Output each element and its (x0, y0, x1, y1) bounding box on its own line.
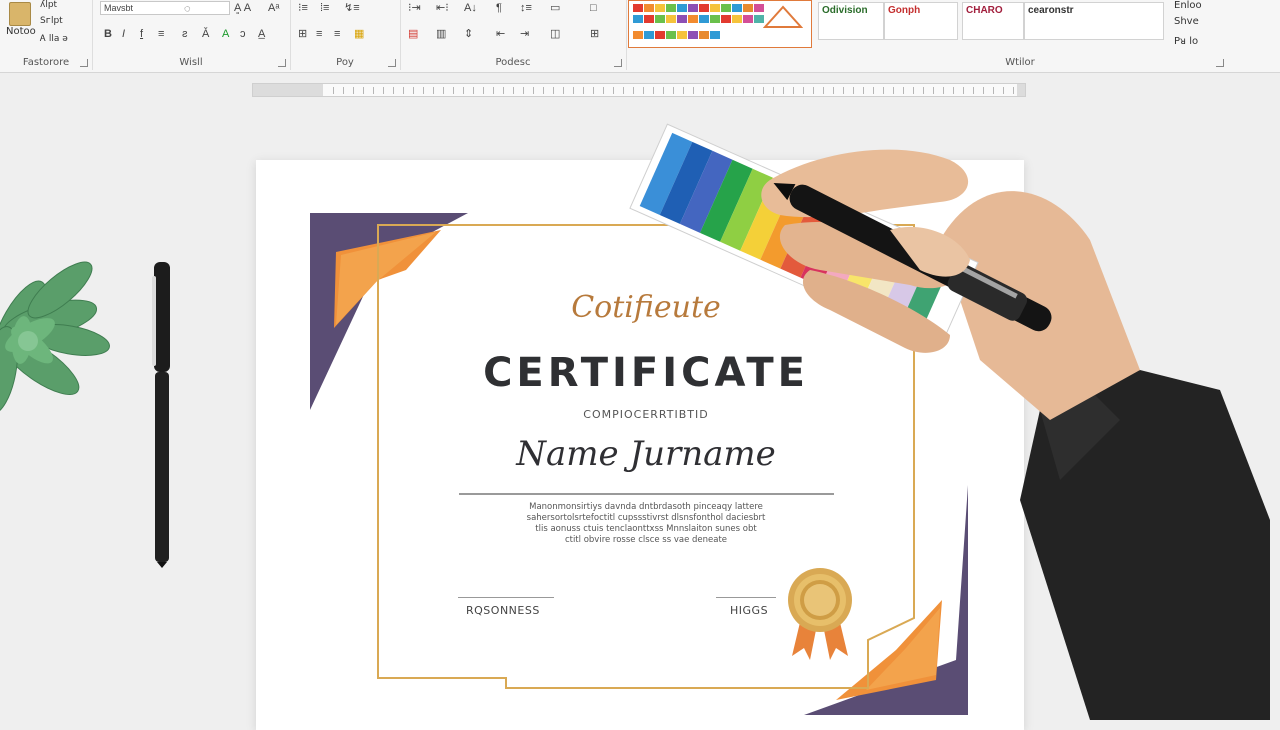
outdent-icon[interactable]: ⇤⁝ (436, 2, 449, 14)
theme-card-charo-label: CHARO (966, 5, 1003, 16)
superscript-icon[interactable]: Ǎ (202, 28, 209, 40)
show-marks-icon[interactable]: ¶ (496, 2, 502, 14)
copy-button[interactable]: Sᴦlpt (40, 16, 63, 26)
font-group: Mavsbt ◌ A͈ A Aᵃ B I f ≡ ƨ Ǎ A ɔ A̲ Wisl… (92, 0, 291, 70)
columns-icon[interactable]: ▥ (436, 28, 446, 40)
paragraph-group-label: Poy (336, 57, 354, 68)
font-group-label: Wisll (179, 57, 203, 68)
paste-button[interactable]: Notoo (6, 2, 36, 46)
format-painter-button[interactable]: Ꭺ lla ə (40, 34, 68, 44)
text-effects-icon[interactable]: A (222, 28, 229, 40)
paste-label: Notoo (6, 26, 36, 37)
theme-card-cearonstr[interactable]: cearonstr (1024, 2, 1164, 40)
paragraph-group: ⁝≡ ⁞≡ ↯≡ ⊞ ≡ ≡ ▦ Poy (290, 0, 401, 70)
multilevel-list-icon[interactable]: ↯≡ (344, 2, 360, 14)
indent-left-icon[interactable]: ⇤ (496, 28, 505, 40)
styles-gallery[interactable] (628, 0, 812, 48)
styles-tools-group-label: Podesc (495, 57, 531, 68)
border-style-icon[interactable]: □ (590, 2, 597, 14)
horizontal-ruler[interactable] (252, 83, 1026, 97)
find-button[interactable]: Enloo (1174, 0, 1202, 11)
bold-icon[interactable]: B (104, 28, 112, 40)
underline-icon[interactable]: f (140, 28, 143, 40)
theme-card-charo[interactable]: CHARO (962, 2, 1024, 40)
theme-card-cearonstr-label: cearonstr (1028, 5, 1074, 16)
replace-button[interactable]: Shve (1174, 16, 1199, 27)
left-signature-line (458, 597, 554, 598)
clipboard-group: Notoo ʎlpt Sᴦlpt Ꭺ lla ə Fastorore (0, 0, 93, 70)
ruler-left-margin (253, 84, 323, 96)
design-group-label: Wtilor (1005, 57, 1035, 68)
sort-icon[interactable]: A↓ (464, 2, 477, 14)
theme-card-gonph-label: Gonph (888, 5, 921, 16)
highlight-icon[interactable]: ɔ (240, 28, 246, 40)
position-icon[interactable]: ◫ (550, 28, 560, 40)
borders-icon[interactable]: ▭ (550, 2, 560, 14)
pen-image (152, 262, 170, 568)
grow-font-icon[interactable]: A͈ A (234, 2, 251, 14)
font-launcher-icon[interactable] (278, 59, 286, 67)
theme-card-odivision[interactable]: Odivision (818, 2, 884, 40)
left-signature-label: RQSONNESS (466, 604, 540, 617)
design-group: Odivision Gonph CHARO cearonstr Enloo Sh… (812, 0, 1228, 70)
style-swatch-row[interactable] (633, 4, 764, 12)
line-spacing-icon[interactable]: ↕≡ (520, 2, 532, 14)
shading-icon[interactable]: ▦ (354, 28, 364, 40)
italic-icon[interactable]: I (122, 28, 125, 40)
style-swatch-row[interactable] (633, 15, 764, 23)
numbering-icon[interactable]: ⁞≡ (320, 2, 329, 14)
style-swatch-row[interactable] (633, 31, 720, 39)
styles-launcher-icon[interactable] (614, 59, 622, 67)
indent-icon[interactable]: ⁝⇥ (408, 2, 421, 14)
font-dropdown-icon[interactable]: ◌ (184, 3, 191, 15)
indent-right-icon[interactable]: ⇥ (520, 28, 529, 40)
select-button[interactable]: Pᴚ lo (1174, 36, 1198, 47)
cut-button[interactable]: ʎlpt (40, 0, 57, 10)
font-name-combo[interactable]: Mavsbt (100, 1, 230, 15)
insert-table-icon[interactable]: ▤ (408, 28, 418, 40)
succulent-plant-image (0, 261, 110, 414)
clipboard-icon (9, 2, 31, 26)
styles-tools-group: ⁝⇥ ⇤⁝ A↓ ¶ ↕≡ ▭ □ ▤ ▥ ⇕ ⇤ ⇥ ◫ ⊞ Podesc (400, 0, 627, 70)
align-left-icon[interactable]: ⊞ (298, 28, 307, 40)
shape-style-icon[interactable] (763, 5, 803, 29)
ribbon-toolbar: Notoo ʎlpt Sᴦlpt Ꭺ lla ə Fastorore Mavsb… (0, 0, 1280, 73)
align-center-icon[interactable]: ≡ (316, 28, 322, 40)
theme-card-odivision-label: Odivision (822, 5, 868, 16)
strikethrough-icon[interactable]: ≡ (158, 28, 164, 40)
ruler-right-margin (1017, 84, 1025, 96)
paragraph-launcher-icon[interactable] (388, 59, 396, 67)
bullets-icon[interactable]: ⁝≡ (298, 2, 308, 14)
wrap-text-icon[interactable]: ⊞ (590, 28, 599, 40)
theme-card-gonph[interactable]: Gonph (884, 2, 958, 40)
hand-holding-marker-image (629, 123, 1270, 720)
clipboard-group-label: Fastorore (22, 57, 70, 68)
design-launcher-icon[interactable] (1216, 59, 1224, 67)
change-case-icon[interactable]: Aᵃ (268, 2, 279, 14)
clipboard-launcher-icon[interactable] (80, 59, 88, 67)
spacing-icon[interactable]: ⇕ (464, 28, 473, 40)
font-color-icon[interactable]: A̲ (258, 28, 265, 40)
ruler-ticks (333, 87, 1015, 94)
subscript-icon[interactable]: ƨ (182, 28, 188, 40)
align-right-icon[interactable]: ≡ (334, 28, 340, 40)
